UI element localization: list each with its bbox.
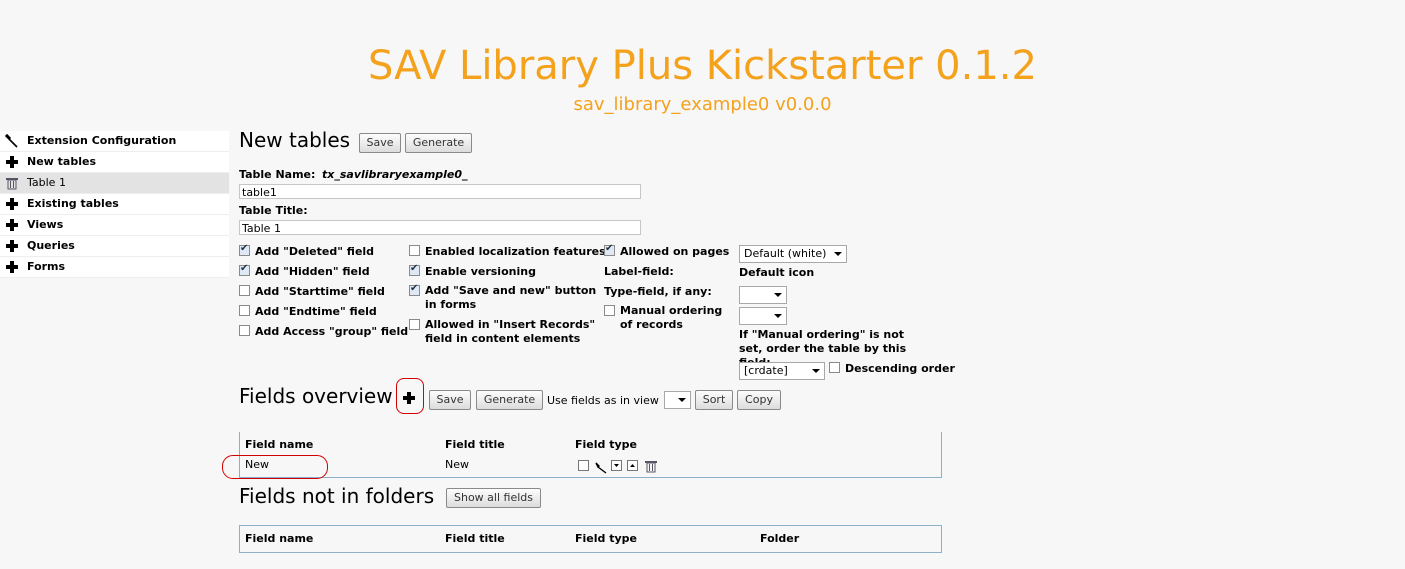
label-field-select[interactable] bbox=[739, 286, 787, 304]
chevron-down-icon bbox=[678, 398, 686, 402]
table-title-label: Table Title: bbox=[239, 204, 308, 217]
descending-order-label: Descending order bbox=[845, 362, 955, 375]
fields-not-in-folders-heading: Fields not in folders bbox=[239, 484, 435, 508]
insert-records-checkbox[interactable] bbox=[409, 319, 420, 330]
allowed-on-pages-checkbox[interactable] bbox=[604, 243, 615, 256]
add-starttime-checkbox[interactable] bbox=[239, 285, 250, 296]
copy-button[interactable]: Copy bbox=[737, 390, 781, 410]
type-field-select[interactable] bbox=[739, 307, 787, 325]
type-field-label: Type-field, if any: bbox=[604, 285, 712, 298]
fields-not-in-folders-table: Field name Field title Field type Folder bbox=[239, 525, 942, 553]
table-title-input[interactable]: Table 1 bbox=[239, 220, 641, 235]
column-header-field-type: Field type bbox=[575, 532, 637, 545]
column-header-field-title: Field title bbox=[445, 532, 505, 545]
plus-icon bbox=[5, 155, 19, 169]
page-title: SAV Library Plus Kickstarter 0.1.2 bbox=[368, 43, 1037, 89]
add-access-group-checkbox[interactable] bbox=[239, 325, 250, 336]
table-name-label: Table Name: bbox=[239, 168, 316, 181]
add-access-group-label: Add Access "group" field bbox=[255, 325, 409, 338]
move-up-icon[interactable] bbox=[627, 460, 638, 471]
sidebar-item-label: Table 1 bbox=[27, 176, 66, 189]
default-color-select-value: Default (white) bbox=[744, 247, 827, 260]
enable-localization-checkbox[interactable] bbox=[409, 245, 420, 256]
new-tables-heading: New tables bbox=[239, 128, 351, 152]
add-endtime-checkbox[interactable] bbox=[239, 305, 250, 316]
show-all-fields-button[interactable]: Show all fields bbox=[446, 488, 541, 508]
add-hidden-checkbox[interactable] bbox=[239, 263, 250, 276]
save-and-new-checkbox[interactable] bbox=[409, 283, 420, 296]
allowed-on-pages-label: Allowed on pages bbox=[620, 245, 730, 258]
descending-order-checkbox[interactable] bbox=[829, 362, 840, 373]
trash-icon[interactable] bbox=[644, 458, 658, 477]
plus-icon bbox=[5, 260, 19, 274]
sidebar: Extension Configuration New tables Table… bbox=[0, 131, 229, 278]
page-subtitle: sav_library_example0 v0.0.0 bbox=[573, 94, 832, 115]
manual-ordering-label: Manual ordering of records bbox=[620, 304, 723, 331]
sidebar-item-label: New tables bbox=[27, 155, 96, 168]
column-header-field-name: Field name bbox=[245, 438, 314, 451]
edit-icon[interactable] bbox=[595, 459, 607, 478]
order-field-select-value: [crdate] bbox=[744, 364, 788, 377]
sidebar-item-label: Queries bbox=[27, 239, 75, 252]
enable-versioning-label: Enable versioning bbox=[425, 265, 536, 278]
default-icon-label: Default icon bbox=[739, 266, 815, 279]
enable-localization-label: Enabled localization features bbox=[425, 245, 606, 258]
order-field-select[interactable]: [crdate] bbox=[739, 362, 825, 380]
wrench-icon bbox=[4, 133, 19, 148]
trash-icon[interactable] bbox=[5, 176, 19, 190]
column-header-field-type: Field type bbox=[575, 438, 637, 451]
plus-icon bbox=[5, 197, 19, 211]
chevron-down-icon bbox=[774, 293, 782, 297]
column-header-field-name: Field name bbox=[245, 532, 314, 545]
plus-icon bbox=[5, 239, 19, 253]
enable-versioning-checkbox[interactable] bbox=[409, 263, 420, 276]
sidebar-item-extension-configuration[interactable]: Extension Configuration bbox=[0, 131, 229, 152]
field-title-cell: New bbox=[445, 458, 469, 471]
label-field-label: Label-field: bbox=[604, 265, 674, 278]
use-fields-label: Use fields as in view bbox=[547, 394, 659, 407]
sidebar-item-label: Forms bbox=[27, 260, 66, 273]
sidebar-item-existing-tables[interactable]: Existing tables bbox=[0, 194, 229, 215]
add-starttime-label: Add "Starttime" field bbox=[255, 285, 385, 298]
move-down-icon[interactable] bbox=[611, 460, 622, 471]
sidebar-item-forms[interactable]: Forms bbox=[0, 257, 229, 278]
plus-icon bbox=[5, 218, 19, 232]
field-select-checkbox[interactable] bbox=[578, 460, 589, 471]
sidebar-item-label: Extension Configuration bbox=[27, 134, 177, 147]
default-color-select[interactable]: Default (white) bbox=[739, 245, 847, 263]
chevron-down-icon bbox=[812, 369, 820, 373]
sidebar-item-label: Views bbox=[27, 218, 64, 231]
highlight-circle bbox=[222, 455, 328, 479]
sort-button[interactable]: Sort bbox=[695, 390, 733, 410]
sidebar-item-queries[interactable]: Queries bbox=[0, 236, 229, 257]
chevron-down-icon bbox=[834, 252, 842, 256]
table-name-prefix: tx_savlibraryexample0_ bbox=[322, 168, 468, 181]
column-header-field-title: Field title bbox=[445, 438, 505, 451]
sidebar-item-views[interactable]: Views bbox=[0, 215, 229, 236]
fields-generate-button[interactable]: Generate bbox=[476, 390, 543, 410]
save-button[interactable]: Save bbox=[359, 133, 401, 153]
add-hidden-label: Add "Hidden" field bbox=[255, 265, 370, 278]
fields-overview-table: Field name Field title Field type New Ne… bbox=[239, 432, 942, 478]
view-select[interactable] bbox=[664, 391, 691, 409]
chevron-down-icon bbox=[774, 314, 782, 318]
save-and-new-label: Add "Save and new" button in forms bbox=[425, 284, 597, 311]
table-name-input[interactable]: table1 bbox=[239, 184, 641, 199]
fields-overview-heading: Fields overview bbox=[239, 384, 393, 408]
highlight-circle bbox=[396, 378, 424, 414]
add-deleted-label: Add "Deleted" field bbox=[255, 245, 375, 258]
add-deleted-checkbox[interactable] bbox=[239, 243, 250, 256]
fields-save-button[interactable]: Save bbox=[429, 390, 471, 410]
add-endtime-label: Add "Endtime" field bbox=[255, 305, 377, 318]
sidebar-item-new-tables[interactable]: New tables bbox=[0, 152, 229, 173]
insert-records-label: Allowed in "Insert Records" field in con… bbox=[425, 318, 596, 345]
sidebar-item-label: Existing tables bbox=[27, 197, 119, 210]
sidebar-item-table-1[interactable]: Table 1 bbox=[0, 173, 229, 194]
generate-button[interactable]: Generate bbox=[405, 133, 472, 153]
column-header-folder: Folder bbox=[760, 532, 800, 545]
manual-ordering-checkbox[interactable] bbox=[604, 305, 615, 316]
